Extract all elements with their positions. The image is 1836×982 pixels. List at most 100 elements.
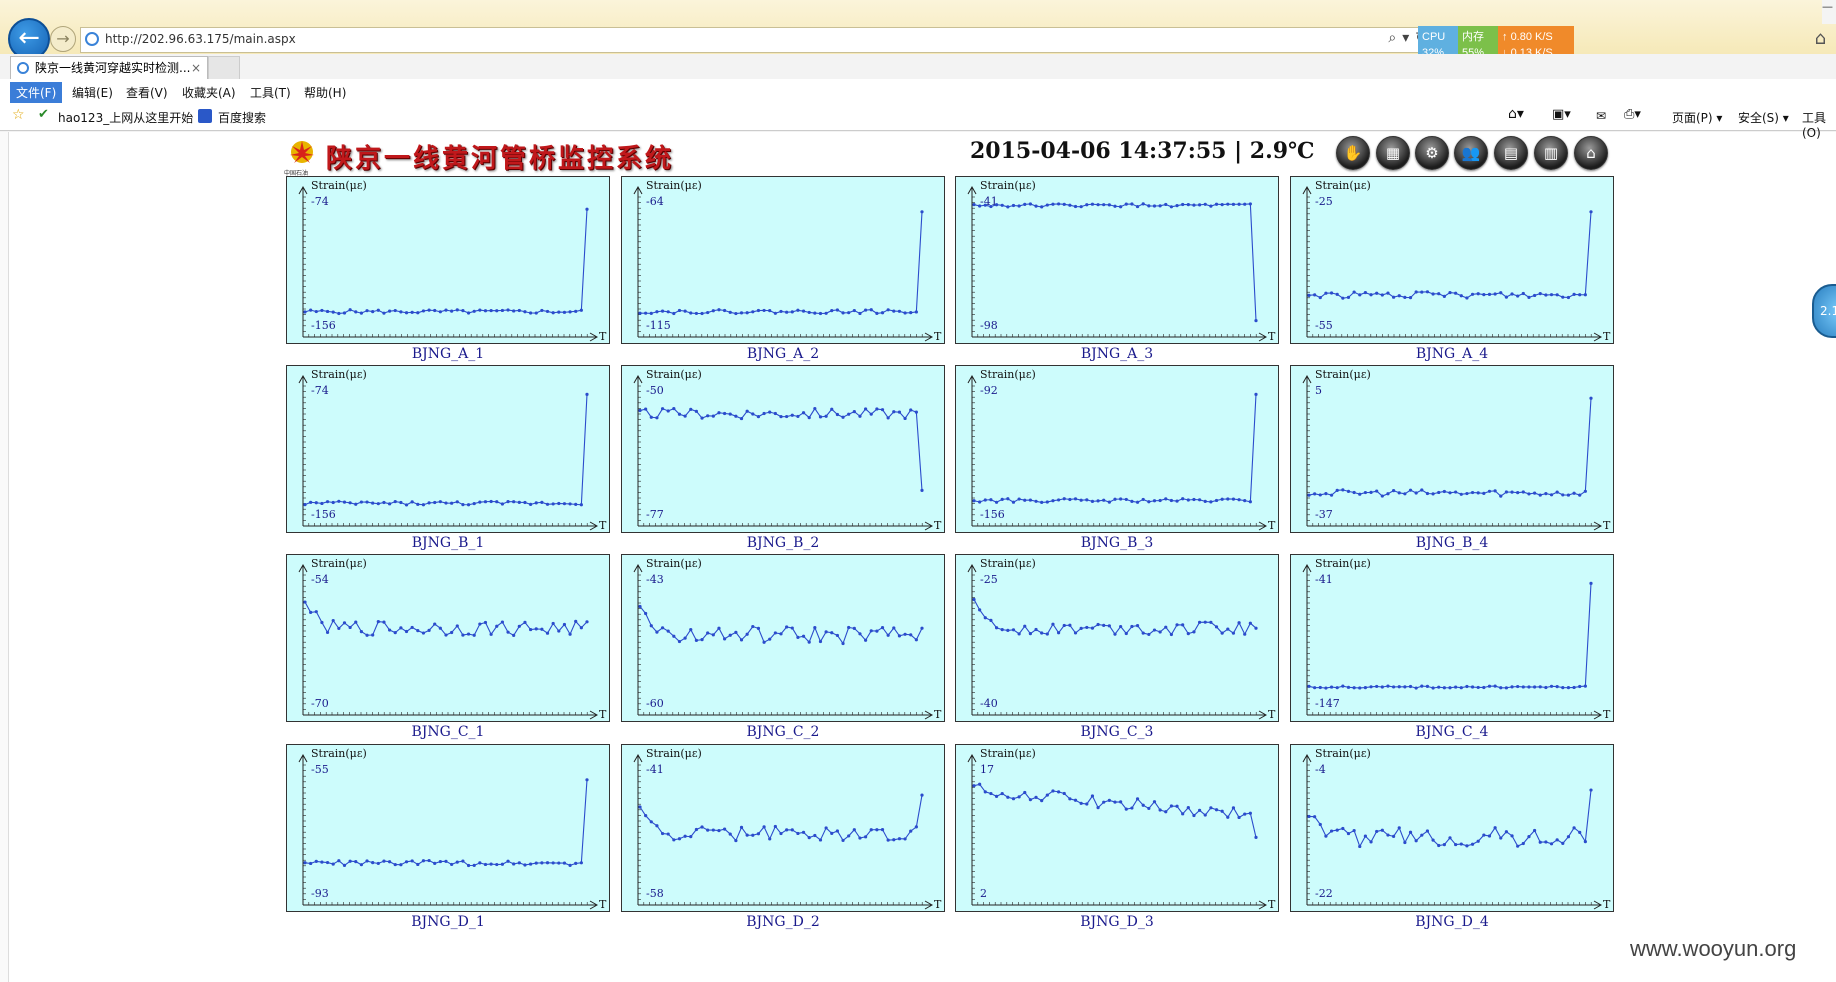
home-icon[interactable]: ⌂▾: [1508, 106, 1524, 122]
data-point: [1386, 684, 1390, 688]
strain-chart-BJNG_A_2[interactable]: Strain(με) T -64 -115: [621, 176, 945, 344]
data-point: [1386, 492, 1390, 496]
mail-icon[interactable]: ✉: [1596, 109, 1606, 123]
address-field[interactable]: http://202.96.63.175/main.aspx ⌕▾↻: [80, 27, 1442, 53]
data-point: [745, 632, 749, 636]
strain-chart-BJNG_A_1[interactable]: Strain(με) T -74 -156: [286, 176, 610, 344]
url-text: http://202.96.63.175/main.aspx: [105, 32, 296, 46]
menu-file[interactable]: 文件(F): [10, 82, 63, 103]
data-point: [1589, 396, 1593, 400]
strain-chart-BJNG_A_4[interactable]: Strain(με) T -25 -55: [1290, 176, 1614, 344]
chart-caption: BJNG_C_3: [1080, 724, 1154, 740]
data-point: [1141, 202, 1145, 206]
data-point: [655, 310, 659, 314]
data-point: [371, 310, 375, 314]
fav-baidu[interactable]: 百度搜索: [218, 109, 266, 126]
data-point: [875, 828, 879, 832]
star-icon[interactable]: ☆: [12, 107, 26, 123]
data-point: [1363, 290, 1367, 295]
upload-speed: 0.80 K/S: [1510, 31, 1553, 43]
fav-hao123[interactable]: hao123_上网从这里开始: [58, 109, 193, 126]
chart-caption: BJNG_D_1: [411, 914, 485, 930]
chart-icon[interactable]: ▦: [1376, 136, 1410, 170]
data-point: [1341, 684, 1345, 688]
users-icon[interactable]: 👥: [1454, 136, 1488, 170]
home-icon[interactable]: ⌂: [1574, 136, 1608, 170]
hand-icon[interactable]: ✋: [1336, 136, 1370, 170]
minimize-button[interactable]: —: [1822, 0, 1836, 24]
data-point: [478, 622, 482, 626]
data-point: [342, 311, 347, 315]
data-point: [1403, 295, 1407, 299]
home-icon[interactable]: ⌂: [1815, 28, 1826, 49]
menu-tools[interactable]: 工具(T): [244, 82, 297, 103]
strain-chart-BJNG_C_2[interactable]: Strain(με) T -43 -60: [621, 554, 945, 722]
close-icon[interactable]: ×: [191, 57, 201, 79]
x-axis-label: T: [1603, 330, 1611, 343]
data-point: [1023, 624, 1027, 628]
data-point: [309, 500, 313, 504]
chart-caption: BJNG_C_1: [411, 724, 485, 740]
side-gauge-widget[interactable]: 2.1: [1812, 284, 1836, 338]
data-point: [534, 861, 538, 865]
data-point: [818, 311, 823, 316]
watermark: www.wooyun.org: [1630, 936, 1797, 961]
tab-active[interactable]: 陕京一线黄河穿越实时检测... ×: [10, 56, 208, 80]
data-point: [574, 502, 578, 506]
menu-view[interactable]: 查看(V): [120, 82, 174, 103]
data-point: [1096, 499, 1100, 503]
strain-chart-BJNG_D_2[interactable]: Strain(με) T -41 -58: [621, 744, 945, 912]
gear-icon[interactable]: ⚙: [1415, 136, 1449, 170]
data-point: [1589, 581, 1593, 585]
menu-edit[interactable]: 编辑(E): [66, 82, 119, 103]
strain-chart-BJNG_B_4[interactable]: Strain(με) T 5 -37: [1290, 365, 1614, 533]
strain-chart-BJNG_D_4[interactable]: Strain(με) T -4 -22: [1290, 744, 1614, 912]
data-point: [1000, 497, 1004, 501]
data-point: [461, 633, 465, 637]
strain-chart-BJNG_B_1[interactable]: Strain(με) T -74 -156: [286, 365, 610, 533]
data-point: [807, 310, 811, 315]
data-point: [1425, 829, 1430, 833]
forward-button[interactable]: →: [50, 26, 76, 52]
data-point: [348, 308, 352, 312]
y-axis-label: Strain(με): [1315, 179, 1371, 192]
data-point: [348, 501, 352, 505]
data-point: [801, 830, 806, 834]
data-point: [728, 412, 732, 416]
data-point: [574, 861, 578, 865]
strain-chart-BJNG_A_3[interactable]: Strain(με) T -41 -98: [955, 176, 1279, 344]
data-point: [517, 624, 521, 628]
strain-chart-BJNG_C_4[interactable]: Strain(με) T -41 -147: [1290, 554, 1614, 722]
data-point: [416, 629, 420, 633]
new-tab-button[interactable]: [208, 56, 240, 80]
data-point: [1397, 491, 1401, 495]
data-point: [1465, 296, 1469, 300]
strain-chart-BJNG_C_1[interactable]: Strain(με) T -54 -70: [286, 554, 610, 722]
data-point: [1130, 624, 1134, 629]
data-point: [1493, 292, 1497, 296]
document-icon[interactable]: ▤: [1494, 136, 1528, 170]
data-point: [579, 503, 583, 507]
data-point: [579, 626, 583, 630]
book-icon[interactable]: ▥: [1534, 136, 1568, 170]
strain-chart-BJNG_B_2[interactable]: Strain(με) T -50 -77: [621, 365, 945, 533]
data-point: [1214, 625, 1219, 629]
data-point: [1045, 793, 1049, 797]
y-axis-label: Strain(με): [311, 557, 367, 570]
strain-chart-BJNG_C_3[interactable]: Strain(με) T -25 -40: [955, 554, 1279, 722]
data-point: [660, 831, 665, 836]
page-menu[interactable]: 页面(P) ▾: [1672, 109, 1722, 126]
menu-help[interactable]: 帮助(H): [298, 82, 352, 103]
data-point: [723, 411, 727, 416]
strain-chart-BJNG_D_1[interactable]: Strain(με) T -55 -93: [286, 744, 610, 912]
safety-menu[interactable]: 安全(S) ▾: [1738, 109, 1789, 126]
data-point: [644, 407, 648, 411]
strain-chart-BJNG_B_3[interactable]: Strain(με) T -92 -156: [955, 365, 1279, 533]
y-min-label: -55: [1315, 319, 1333, 332]
menu-favorites[interactable]: 收藏夹(A): [176, 82, 242, 103]
data-point: [768, 309, 772, 313]
print-icon[interactable]: ⎙▾: [1624, 107, 1641, 122]
feed-icon[interactable]: ▣▾: [1552, 107, 1571, 122]
strain-chart-BJNG_D_3[interactable]: Strain(με) T 17 2: [955, 744, 1279, 912]
data-point: [717, 626, 721, 630]
